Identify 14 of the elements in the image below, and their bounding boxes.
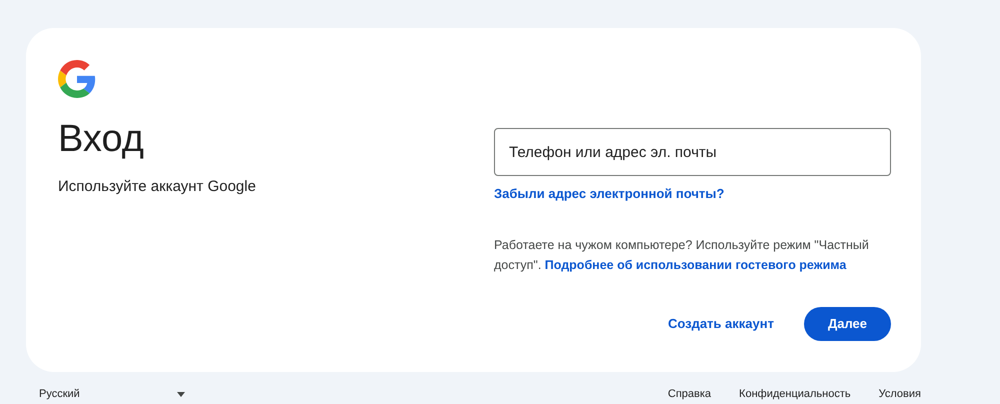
guest-mode-note: Работаете на чужом компьютере? Используйте режим "Частный доступ". Подробнее об использовании гостевого режима bbox=[494, 236, 870, 274]
footer-link[interactable]: Условия bbox=[878, 386, 921, 402]
caret-icon bbox=[177, 392, 185, 397]
forgot-email-link[interactable]: Забыли адрес электронной почты? bbox=[494, 184, 891, 204]
subtitle: Используйте аккаунт Google bbox=[58, 177, 257, 197]
language-select[interactable]: Русский bbox=[39, 386, 185, 402]
create-account-button[interactable]: Создать аккаунт bbox=[656, 306, 786, 340]
footer-link[interactable]: Конфиденциальность bbox=[739, 386, 851, 402]
guest-mode-link[interactable]: Подробнее об использовании гостевого режима bbox=[544, 258, 846, 272]
page-title: Вход bbox=[58, 117, 145, 162]
next-button[interactable]: Далее bbox=[804, 306, 891, 340]
email-field[interactable]: Телефон или адрес эл. почты bbox=[494, 128, 891, 176]
footer-link[interactable]: Справка bbox=[668, 386, 712, 402]
google-logo-icon bbox=[58, 60, 96, 98]
